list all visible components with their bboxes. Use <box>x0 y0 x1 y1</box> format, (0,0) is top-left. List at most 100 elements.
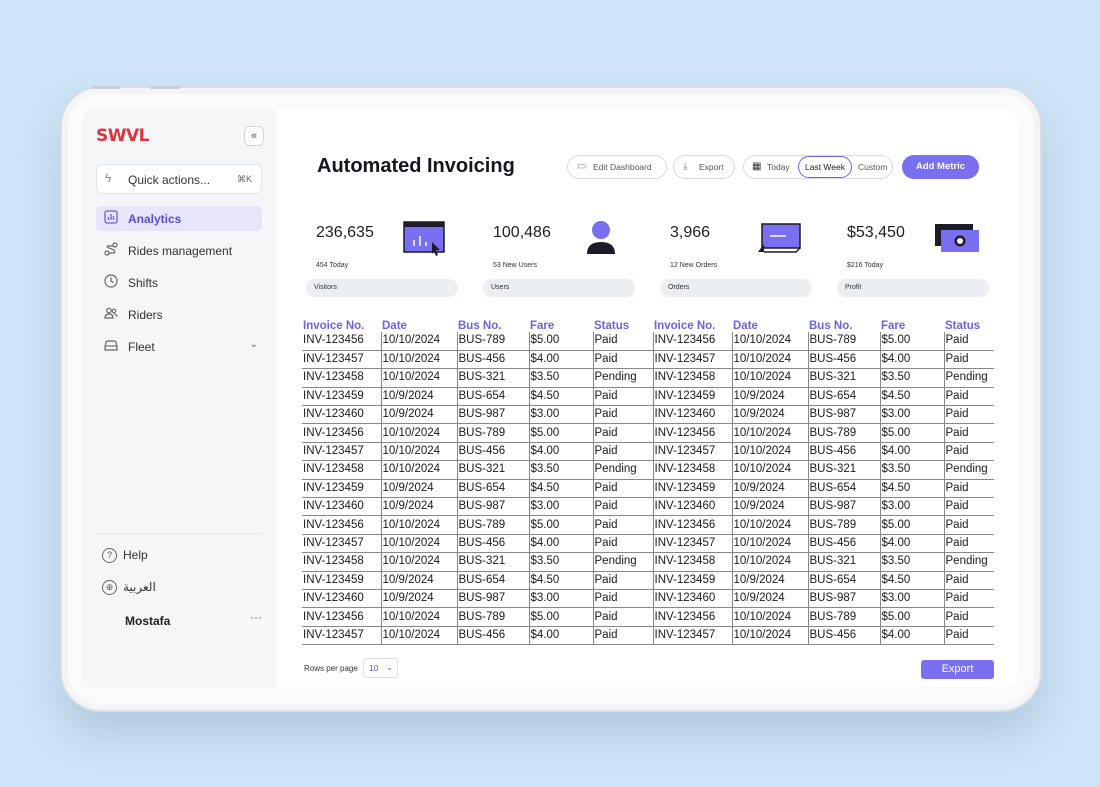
sidebar-item-riders[interactable]: Riders <box>96 302 262 327</box>
sidebar-item-rides-management[interactable]: Rides management <box>96 238 262 263</box>
table-cell: BUS-789 <box>807 515 880 535</box>
sidebar-item-shifts[interactable]: Shifts <box>96 270 262 295</box>
language-switch[interactable]: ⊕ العربية <box>102 580 156 596</box>
table-cell: INV-123460 <box>652 497 732 517</box>
table-cell: Paid <box>943 350 994 370</box>
table-row[interactable]: INV-123457 10/10/2024 BUS-456 $4.00 Paid INV-… <box>302 626 994 646</box>
invoice-table: Invoice No. Date Bus No. Fare Status Inv… <box>302 315 994 646</box>
sidebar-item-label: Shifts <box>128 276 159 290</box>
col-date[interactable]: Date <box>381 315 457 332</box>
table-row[interactable]: INV-123457 10/10/2024 BUS-456 $4.00 Paid INV-… <box>302 350 994 370</box>
more-icon[interactable]: ··· <box>250 610 262 624</box>
table-cell: INV-123457 <box>652 350 732 370</box>
metric-value: 3,966 <box>670 224 711 241</box>
table-cell: $4.00 <box>528 534 593 554</box>
range-last-week[interactable]: Last Week <box>798 156 852 178</box>
help-link[interactable]: ? Help <box>102 548 148 564</box>
table-cell: BUS-321 <box>456 460 529 480</box>
tablet-button <box>92 86 120 89</box>
table-cell: INV-123458 <box>302 460 381 480</box>
edit-dashboard-label: Edit Dashboard <box>593 162 652 172</box>
table-row[interactable]: INV-123458 10/10/2024 BUS-321 $3.50 Pending I… <box>302 460 994 480</box>
sidebar-item-analytics[interactable]: Analytics <box>96 206 262 231</box>
add-metric-button[interactable]: Add Metric <box>902 155 979 179</box>
table-cell: $4.00 <box>528 442 593 462</box>
table-cell: 10/10/2024 <box>731 534 808 554</box>
range-today[interactable]: Today <box>767 162 790 172</box>
table-row[interactable]: INV-123458 10/10/2024 BUS-321 $3.50 Pending I… <box>302 552 994 572</box>
range-custom[interactable]: Custom <box>858 162 887 172</box>
table-cell: BUS-321 <box>807 460 880 480</box>
table-cell: 10/9/2024 <box>731 405 808 425</box>
table-row[interactable]: INV-123456 10/10/2024 BUS-789 $5.00 Paid INV-… <box>302 423 994 443</box>
table-row[interactable]: INV-123456 10/10/2024 BUS-789 $5.00 Paid INV-… <box>302 515 994 535</box>
sidebar-item-fleet[interactable]: Fleet ⌄ <box>96 334 262 359</box>
table-row[interactable]: INV-123460 10/9/2024 BUS-987 $3.00 Paid INV-1… <box>302 589 994 609</box>
table-cell: $3.00 <box>879 497 944 517</box>
col-fare[interactable]: Fare <box>529 315 593 332</box>
table-cell: BUS-321 <box>456 552 529 572</box>
table-cell: BUS-456 <box>456 534 529 554</box>
table-row[interactable]: INV-123460 10/9/2024 BUS-987 $3.00 Paid INV-1… <box>302 405 994 425</box>
table-cell: $4.00 <box>528 626 593 646</box>
date-range-selector: ▦ Today Last Week Custom <box>743 155 893 179</box>
table-cell: BUS-987 <box>807 589 880 609</box>
metric-sub: $216 Today <box>847 262 884 269</box>
metric-label: Visitors <box>306 279 458 297</box>
table-cell: $5.00 <box>879 423 944 443</box>
table-row[interactable]: INV-123458 10/10/2024 BUS-321 $3.50 Pending I… <box>302 368 994 388</box>
download-icon: ⤓ <box>683 161 688 172</box>
col-invoice[interactable]: Invoice No. <box>653 315 732 332</box>
table-cell: $3.00 <box>879 589 944 609</box>
col-status[interactable]: Status <box>944 315 994 332</box>
table-cell: BUS-987 <box>456 405 529 425</box>
table-cell: $4.00 <box>879 626 944 646</box>
table-row[interactable]: INV-123457 10/10/2024 BUS-456 $4.00 Paid INV-… <box>302 442 994 462</box>
table-cell: Paid <box>943 571 994 590</box>
table-cell: Pending <box>592 552 653 572</box>
table-row[interactable]: INV-123460 10/9/2024 BUS-987 $3.00 Paid INV-1… <box>302 497 994 517</box>
edit-dashboard-button[interactable]: ▭ Edit Dashboard <box>567 155 667 179</box>
users-icon <box>103 306 119 322</box>
col-status[interactable]: Status <box>593 315 653 332</box>
table-cell: Pending <box>943 552 994 572</box>
metric-value: 100,486 <box>493 224 551 241</box>
collapse-sidebar-button[interactable]: « <box>244 126 264 146</box>
table-cell: $3.50 <box>528 552 593 572</box>
user-illustration <box>579 218 627 263</box>
table-cell: $4.00 <box>879 534 944 554</box>
table-cell: Paid <box>943 626 994 646</box>
table-cell: BUS-456 <box>456 350 529 370</box>
sidebar-item-label: Riders <box>128 308 163 322</box>
table-cell: 10/10/2024 <box>380 460 457 480</box>
table-cell: INV-123457 <box>302 534 381 554</box>
user-name[interactable]: Mostafa <box>125 614 170 628</box>
table-cell: 10/10/2024 <box>380 332 457 351</box>
table-row[interactable]: INV-123459 10/9/2024 BUS-654 $4.50 Paid INV-1… <box>302 571 994 590</box>
col-fare[interactable]: Fare <box>880 315 944 332</box>
table-row[interactable]: INV-123456 10/10/2024 BUS-789 $5.00 Paid INV-… <box>302 607 994 627</box>
quick-actions-button[interactable]: ϟ Quick actions... ⌘K <box>96 164 262 194</box>
table-row[interactable]: INV-123459 10/9/2024 BUS-654 $4.50 Paid INV-1… <box>302 387 994 407</box>
export-top-button[interactable]: ⤓ Export <box>673 155 735 179</box>
sidebar-item-label: Rides management <box>128 244 233 258</box>
col-bus[interactable]: Bus No. <box>457 315 529 332</box>
table-row[interactable]: INV-123457 10/10/2024 BUS-456 $4.00 Paid INV-… <box>302 534 994 554</box>
calendar-icon: ▦ <box>752 161 762 172</box>
export-button[interactable]: Export <box>921 660 994 679</box>
chart-icon <box>103 210 119 226</box>
table-cell: BUS-456 <box>807 534 880 554</box>
col-bus[interactable]: Bus No. <box>808 315 880 332</box>
export-label: Export <box>699 162 724 172</box>
col-date[interactable]: Date <box>732 315 808 332</box>
metric-label: Users <box>483 279 635 297</box>
table-row[interactable]: INV-123459 10/9/2024 BUS-654 $4.50 Paid INV-1… <box>302 479 994 499</box>
table-cell: 10/10/2024 <box>731 460 808 480</box>
table-cell: BUS-456 <box>807 350 880 370</box>
table-row[interactable]: INV-123456 10/10/2024 BUS-789 $5.00 Paid INV-… <box>302 332 994 351</box>
rows-per-page-select[interactable]: 10 ⌄ <box>363 658 398 678</box>
chevron-down-icon: ⌄ <box>386 663 393 672</box>
page-title: Automated Invoicing <box>317 155 515 177</box>
col-invoice[interactable]: Invoice No. <box>302 315 381 332</box>
table-cell: INV-123459 <box>302 479 381 499</box>
